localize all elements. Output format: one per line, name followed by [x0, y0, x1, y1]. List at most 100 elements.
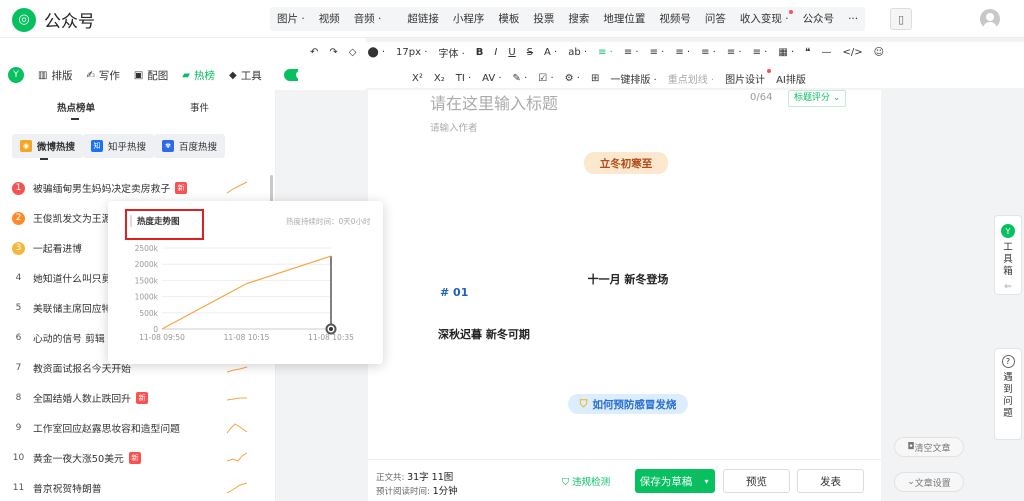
banner-late-autumn[interactable]: 深秋迟暮 新冬可期 [436, 326, 530, 342]
code-button[interactable]: </> [843, 47, 863, 58]
emoji-button[interactable]: ☺ [874, 47, 884, 58]
settings-button[interactable]: ⚙ · [565, 73, 580, 84]
menu-video[interactable]: 视频 [312, 7, 347, 31]
align-left-button[interactable]: ≡ · [598, 47, 613, 58]
key-underline-button[interactable]: 重点划线 · [668, 71, 714, 86]
tab-layout[interactable]: ▥ 排版 [38, 68, 72, 83]
tab-tool[interactable]: ◆ 工具 [229, 68, 262, 83]
violation-check-button[interactable]: ⛉ 违规检测 [562, 474, 610, 488]
source-zhihu[interactable]: 知知乎热搜 [83, 134, 155, 158]
plugin-logo-icon[interactable]: Y [8, 67, 24, 83]
menu-vote[interactable]: 投票 [526, 7, 561, 31]
menu-channels[interactable]: 视频号 [652, 7, 698, 31]
strikethrough-button[interactable]: S [527, 47, 533, 58]
trend-sparkline [226, 423, 248, 434]
redo-icon[interactable]: ↷ [329, 47, 337, 58]
hot-title: 全国结婚人数止跌回升 [33, 394, 131, 405]
menu-monetize[interactable]: 收入变现 · [733, 7, 796, 31]
source-weibo[interactable]: ◉ 微博热搜 [12, 134, 84, 160]
menu-search[interactable]: 搜索 [561, 7, 596, 31]
tab-hot[interactable]: ▰ 热榜 [182, 68, 215, 83]
toolbox-panel[interactable]: Y 工具箱 ⇐ [994, 215, 1022, 295]
undo-icon[interactable]: ↶ [310, 47, 318, 58]
help-label: 遇到问题 [1003, 372, 1013, 420]
hot-list-item[interactable]: 8 全国结婚人数止跌回升新 [12, 388, 262, 408]
app-title: 公众号 [44, 12, 95, 32]
hot-list-item[interactable]: 11 普京祝贺特朗普 [12, 478, 262, 498]
ai-layout-button[interactable]: AI排版 [776, 71, 806, 86]
word-count-value: 31字 11图 [407, 472, 454, 483]
superscript-button[interactable]: X² [412, 73, 423, 84]
align-justify-button[interactable]: ≡ · [675, 47, 690, 58]
menu-location[interactable]: 地理位置 [596, 7, 652, 31]
line-height-button[interactable]: ≡ · [701, 47, 716, 58]
indent-button[interactable]: ≡ · [727, 47, 742, 58]
tab-hot-list[interactable]: 热点榜单 [57, 100, 95, 120]
title-input[interactable]: 请在这里输入标题 [430, 90, 558, 114]
underline-button[interactable]: U [508, 47, 515, 58]
publish-button[interactable]: 发表 [797, 469, 864, 493]
banner-november[interactable]: 十一月 新冬登场 [578, 268, 678, 290]
italic-button[interactable]: I [494, 47, 497, 58]
menu-official-account[interactable]: 公众号 [796, 7, 842, 31]
one-click-layout-button[interactable]: 一键排版 · [610, 71, 656, 86]
new-badge: 新 [135, 392, 148, 404]
clear-article-button[interactable]: ◘ 清空文章 [894, 437, 964, 457]
menu-hyperlink[interactable]: 超链接 [400, 7, 446, 31]
menu-more[interactable]: ··· [841, 7, 865, 31]
title-score-button[interactable]: 标题评分 ⌄ [788, 90, 847, 107]
tab-write[interactable]: ✍ 写作 [86, 68, 119, 83]
article-settings-button[interactable]: ⌄ 文章设置 [894, 472, 964, 492]
tab-image[interactable]: ▣ 配图 [134, 68, 168, 83]
checkbox-button[interactable]: ☑ · [538, 73, 553, 84]
tab-events[interactable]: 事件 [190, 100, 209, 114]
y-tick-label: 1000k [135, 293, 159, 302]
divider-button[interactable]: — [822, 47, 832, 58]
sparkline-path [226, 423, 248, 434]
help-panel[interactable]: ? 遇到问题 [994, 348, 1022, 440]
image-design-button[interactable]: 图片设计 [725, 68, 772, 86]
eraser-icon[interactable]: ◇ [349, 47, 357, 58]
source-baidu[interactable]: ✾ 百度热搜 [154, 134, 226, 158]
chevron-down-icon[interactable]: ▾ [697, 469, 715, 493]
hot-list-item[interactable]: 10 黄金一夜大涨50美元新 [12, 448, 262, 468]
menu-miniprogram[interactable]: 小程序 [446, 7, 492, 31]
avatar[interactable] [980, 9, 1000, 29]
menu-image[interactable]: 图片 · [270, 7, 312, 31]
mobile-preview-icon[interactable]: ▯ [890, 8, 912, 30]
align-right-button[interactable]: ≡ · [650, 47, 665, 58]
subscript-button[interactable]: X₂ [434, 73, 445, 84]
save-draft-button[interactable]: 保存为草稿 ▾ [635, 469, 715, 493]
pen-button[interactable]: ✎ · [513, 73, 528, 84]
table-button[interactable]: ▦ · [778, 47, 794, 58]
preview-button[interactable]: 预览 [723, 469, 790, 493]
format-paint-icon[interactable]: ⬤ · [367, 47, 385, 58]
tab-image-label: 配图 [147, 69, 169, 82]
highlight-button[interactable]: ab · [568, 47, 587, 58]
align-center-button[interactable]: ≡ · [624, 47, 639, 58]
banner-prevent-flu-label: 如何预防感冒发烧 [592, 398, 677, 411]
font-family-select[interactable]: 字体 · [438, 45, 464, 60]
letter-spacing-button[interactable]: AV · [482, 73, 501, 84]
author-input[interactable]: 请输入作者 [430, 120, 478, 134]
app-logo[interactable]: ◎ 公众号 [12, 7, 95, 32]
menu-monetize-label: 收入变现 · [739, 13, 789, 25]
menu-template[interactable]: 模板 [491, 7, 526, 31]
hot-title: 她知道什么叫只剪 [33, 274, 112, 285]
menu-audio[interactable]: 音频 · [347, 7, 389, 31]
bold-button[interactable]: B [476, 47, 484, 58]
quote-button[interactable]: ❝ [805, 47, 810, 58]
hot-list-item[interactable]: 1 被骗缅甸男生妈妈决定卖房救子新 [12, 178, 262, 198]
hot-rank: 7 [15, 363, 22, 373]
list-button[interactable]: ≡ · [753, 47, 768, 58]
sparkline-path [226, 452, 248, 462]
font-size-select[interactable]: 17px · [396, 47, 427, 58]
banner-prevent-flu[interactable]: ⛉ 如何预防感冒发烧 [568, 394, 688, 414]
grid-button[interactable]: ⊞ [591, 73, 599, 84]
menu-qa[interactable]: 问答 [698, 7, 733, 31]
hot-list-item[interactable]: 9 工作室回应赵露思妆容和造型问题 [12, 418, 262, 438]
text-indent-button[interactable]: TI · [456, 73, 471, 84]
check-shield-icon: ⛉ [562, 477, 573, 488]
font-color-button[interactable]: A · [544, 47, 557, 58]
banner-winter-begins[interactable]: 立冬初寒至 [584, 152, 668, 174]
